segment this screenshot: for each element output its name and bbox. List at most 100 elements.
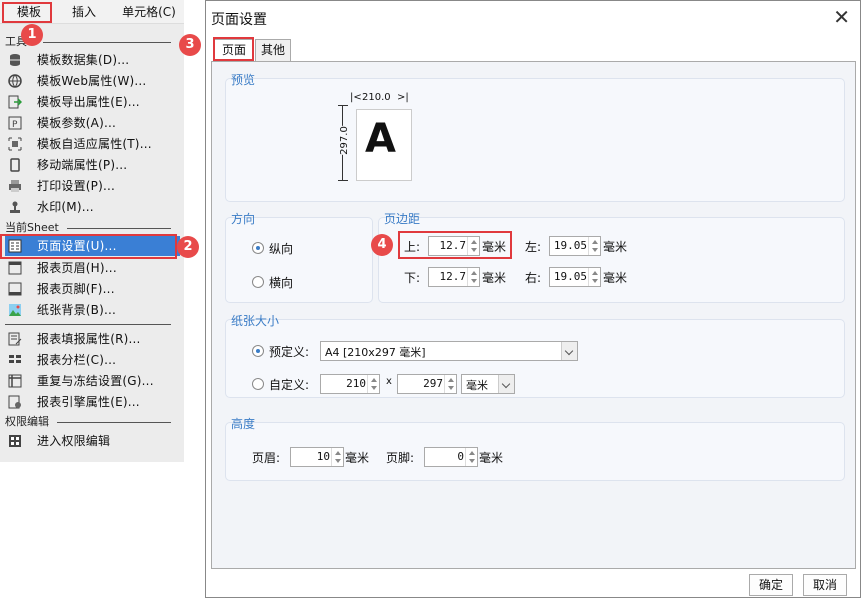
menu-item-export-attr[interactable]: 模板导出属性(E)...: [5, 92, 180, 112]
chevron-down-icon[interactable]: [498, 375, 514, 393]
footer-height-input[interactable]: 0: [424, 447, 478, 467]
preview-width-dim: |< 210.0 >|: [350, 92, 409, 103]
margin-bottom-unit: 毫米: [482, 271, 507, 285]
dialog-tabs: 页面 其他: [211, 39, 856, 61]
menu-item-watermark[interactable]: 水印(M)...: [5, 197, 180, 217]
preview-height-dim: 297.0: [338, 105, 354, 181]
spinner-arrows-icon[interactable]: [467, 268, 479, 286]
margin-left-input[interactable]: 19.05: [549, 236, 601, 256]
preview-letter: A: [365, 116, 396, 162]
height-title: 高度: [231, 417, 256, 431]
page-tab-body: 预览 |< 210.0 >| 297.0 A 方向 纵向 横向 页边距 上: 1…: [211, 61, 856, 569]
step-badge-3: 3: [179, 34, 201, 56]
margin-right-unit: 毫米: [603, 271, 628, 285]
highlight-margin-top: [398, 231, 512, 259]
custom-width-input[interactable]: 210: [320, 374, 380, 394]
preview-group: 预览 |< 210.0 >| 297.0 A: [225, 73, 845, 202]
close-icon[interactable]: ✕: [833, 5, 850, 29]
menu-item-web-attr[interactable]: 模板Web属性(W)...: [5, 71, 180, 91]
custom-radio[interactable]: [252, 378, 264, 390]
preset-label: 预定义:: [269, 345, 310, 359]
menu-item-dataset[interactable]: 模板数据集(D)...: [5, 50, 180, 70]
margin-bottom-label: 下:: [404, 271, 421, 285]
margin-left-label: 左:: [525, 240, 542, 254]
engine-icon: [8, 395, 21, 409]
menu-item-adaptive[interactable]: 模板自适应属性(T)...: [5, 134, 180, 154]
landscape-radio[interactable]: [252, 276, 264, 288]
highlight-page-tab: [213, 37, 254, 61]
spinner-arrows-icon[interactable]: [444, 375, 456, 393]
preview-height: 297.0: [338, 126, 350, 155]
margin-bottom-input[interactable]: 12.7: [428, 267, 480, 287]
freeze-icon: [8, 374, 22, 388]
spinner-arrows-icon[interactable]: [367, 375, 379, 393]
spinner-arrows-icon[interactable]: [331, 448, 343, 466]
menu-divider: [5, 324, 171, 325]
menu-item-mobile[interactable]: 移动端属性(P)...: [5, 155, 180, 175]
footer-label: 页脚:: [386, 451, 415, 465]
dialog-titlebar: 页面设置 ✕: [206, 1, 860, 34]
fill-report-icon: [8, 332, 22, 346]
margin-left-unit: 毫米: [603, 240, 628, 254]
watermark-icon: [10, 201, 20, 213]
section-permission: 权限编辑: [5, 414, 175, 430]
chevron-down-icon[interactable]: [561, 342, 577, 360]
highlight-template-tab: [2, 2, 52, 23]
spinner-arrows-icon[interactable]: [588, 237, 600, 255]
step-badge-2: 2: [177, 236, 199, 258]
custom-x-label: x: [386, 376, 392, 387]
custom-label: 自定义:: [269, 378, 310, 392]
highlight-page-setup: [0, 234, 177, 259]
ok-button[interactable]: 确定: [749, 574, 793, 596]
step-badge-1: 1: [21, 24, 43, 46]
menu-item-columns[interactable]: 报表分栏(C)...: [5, 350, 180, 370]
margin-group: 页边距 上: 12.7 毫米 左: 19.05 毫米 下: 12.7 毫米 右:…: [371, 212, 845, 303]
menu-item-report-footer[interactable]: 报表页脚(F)...: [5, 279, 180, 299]
columns-icon: [9, 355, 21, 363]
margin-title: 页边距: [384, 212, 421, 226]
mobile-icon: [10, 158, 20, 172]
tab-other[interactable]: 其他: [255, 39, 291, 61]
preset-select[interactable]: A4 [210x297 毫米]: [320, 341, 578, 361]
landscape-label: 横向: [269, 276, 294, 290]
portrait-label: 纵向: [269, 242, 294, 256]
footer-icon: [8, 282, 22, 296]
globe-icon: [8, 74, 22, 88]
preset-radio[interactable]: [252, 345, 264, 357]
header-icon: [8, 261, 22, 275]
menu-item-report-header[interactable]: 报表页眉(H)...: [5, 258, 180, 278]
menu-item-fill-attr[interactable]: 报表填报属性(R)...: [5, 329, 180, 349]
menu-item-print-settings[interactable]: 打印设置(P)...: [5, 176, 180, 196]
height-group: 高度 页眉: 10 毫米 页脚: 0 毫米: [225, 417, 845, 481]
orientation-group: 方向 纵向 横向: [225, 212, 373, 303]
permission-icon: [9, 435, 21, 447]
spinner-arrows-icon[interactable]: [465, 448, 477, 466]
custom-unit-select[interactable]: 毫米: [461, 374, 515, 394]
export-icon: [8, 95, 22, 109]
portrait-radio[interactable]: [252, 242, 264, 254]
paper-size-group: 纸张大小 预定义: A4 [210x297 毫米] 自定义: 210 x 297…: [225, 314, 845, 398]
spinner-arrows-icon[interactable]: [588, 268, 600, 286]
menu-item-freeze[interactable]: 重复与冻结设置(G)...: [5, 371, 180, 391]
header-label: 页眉:: [252, 451, 281, 465]
menu-item-paper-background[interactable]: 纸张背景(B)...: [5, 300, 180, 320]
cancel-button[interactable]: 取消: [803, 574, 847, 596]
footer-unit: 毫米: [479, 451, 504, 465]
margin-right-label: 右:: [525, 271, 542, 285]
preview-width: 210.0: [362, 92, 391, 103]
orientation-title: 方向: [231, 212, 256, 226]
menu-item-permission-edit[interactable]: 进入权限编辑: [5, 431, 180, 451]
printer-icon: [9, 180, 21, 192]
menu-tab-cell[interactable]: 单元格(C): [116, 3, 182, 21]
menu-item-engine[interactable]: 报表引擎属性(E)...: [5, 392, 180, 412]
custom-height-input[interactable]: 297: [397, 374, 457, 394]
margin-right-input[interactable]: 19.05: [549, 267, 601, 287]
preview-page: A: [356, 109, 412, 181]
menu-item-parameter[interactable]: P 模板参数(A)...: [5, 113, 180, 133]
step-badge-4: 4: [371, 234, 393, 256]
adaptive-icon: [8, 137, 22, 151]
header-unit: 毫米: [345, 451, 370, 465]
menu-tab-insert[interactable]: 插入: [62, 3, 106, 21]
header-height-input[interactable]: 10: [290, 447, 344, 467]
page-setup-dialog: 页面设置 ✕ 页面 其他 预览 |< 210.0 >| 297.0 A 方向 纵…: [205, 0, 861, 598]
